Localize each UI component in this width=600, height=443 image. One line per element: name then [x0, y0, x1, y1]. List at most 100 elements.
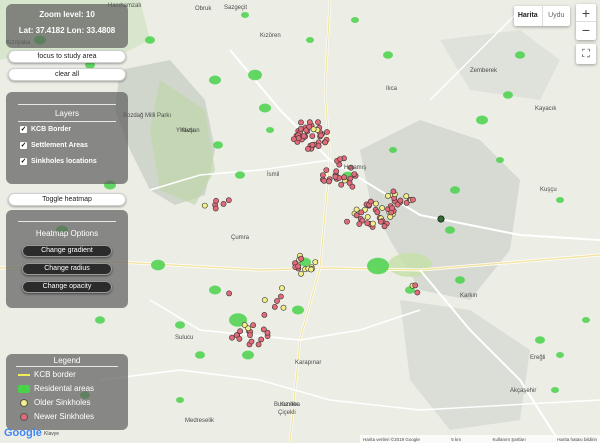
newer-sinkhole-marker[interactable] — [290, 136, 297, 142]
report-error-link[interactable]: Harita hatası bildirin — [557, 437, 597, 442]
clear-all-button[interactable]: clear all — [8, 68, 126, 81]
legend-item-older-sinkholes: Older Sinkholes — [18, 398, 90, 407]
newer-sinkhole-marker[interactable] — [389, 205, 395, 211]
newer-sinkhole-marker[interactable] — [356, 221, 363, 227]
newer-sinkhole-marker[interactable] — [412, 282, 419, 289]
newer-sinkhole-marker[interactable] — [300, 133, 307, 139]
newer-sinkhole-marker[interactable] — [255, 341, 262, 348]
newer-sinkhole-marker[interactable] — [258, 336, 265, 343]
newer-sinkhole-marker[interactable] — [403, 199, 410, 206]
newer-sinkhole-marker[interactable] — [351, 171, 358, 177]
layer-toggle-kcb-border[interactable]: ✓ KCB Border — [20, 126, 71, 133]
newer-sinkhole-marker[interactable] — [213, 197, 219, 204]
older-sinkhole-marker[interactable] — [241, 322, 248, 328]
newer-sinkhole-marker[interactable] — [225, 197, 232, 204]
newer-sinkhole-marker[interactable] — [237, 328, 243, 335]
older-sinkhole-marker[interactable] — [364, 214, 371, 220]
fullscreen-button[interactable]: ⛶ — [576, 44, 596, 64]
newer-sinkhole-marker[interactable] — [390, 188, 397, 195]
newer-sinkhole-marker[interactable] — [322, 139, 329, 146]
newer-sinkhole-marker[interactable] — [274, 298, 280, 304]
newer-sinkhole-marker[interactable] — [374, 209, 381, 216]
newer-sinkhole-marker[interactable] — [317, 132, 324, 139]
change-gradient-button[interactable]: Change gradient — [22, 245, 112, 257]
newer-sinkhole-marker[interactable] — [326, 178, 332, 185]
newer-sinkhole-marker[interactable] — [381, 223, 388, 230]
older-sinkhole-marker[interactable] — [279, 285, 285, 291]
map-type-harita-button[interactable]: Harita — [514, 6, 543, 26]
newer-sinkhole-marker[interactable] — [220, 200, 227, 207]
layer-toggle-sinkholes[interactable]: ✓ Sinkholes locations — [20, 158, 97, 165]
newer-sinkhole-marker[interactable] — [337, 156, 343, 162]
toggle-heatmap-button[interactable]: Toggle heatmap — [8, 193, 126, 206]
newer-sinkhole-marker[interactable] — [309, 141, 316, 148]
newer-sinkhole-marker[interactable] — [250, 322, 256, 329]
older-sinkhole-marker[interactable] — [298, 270, 304, 277]
newer-sinkhole-marker[interactable] — [298, 119, 304, 126]
yellow-line-icon — [18, 373, 30, 376]
newer-sinkhole-marker[interactable] — [347, 175, 354, 182]
newer-sinkhole-marker[interactable] — [344, 218, 350, 225]
zoom-out-button[interactable]: − — [576, 22, 596, 40]
older-sinkhole-marker[interactable] — [369, 220, 376, 227]
change-opacity-button[interactable]: Change opacity — [22, 281, 112, 293]
newer-sinkhole-marker[interactable] — [321, 177, 327, 184]
newer-sinkhole-marker[interactable] — [377, 218, 384, 225]
newer-sinkhole-marker[interactable] — [397, 197, 404, 204]
newer-sinkhole-marker[interactable] — [414, 289, 421, 296]
newer-sinkhole-marker[interactable] — [409, 196, 416, 203]
newer-sinkhole-marker[interactable] — [277, 293, 284, 300]
newer-sinkhole-marker[interactable] — [323, 167, 330, 173]
newer-sinkhole-marker[interactable] — [309, 133, 316, 139]
layer-label: KCB Border — [31, 126, 72, 133]
newer-sinkhole-marker[interactable] — [305, 145, 311, 152]
newer-sinkhole-marker[interactable] — [248, 338, 255, 345]
newer-sinkhole-marker[interactable] — [367, 198, 374, 205]
layer-toggle-settlement-areas[interactable]: ✓ Settlement Areas — [20, 142, 88, 149]
newer-sinkhole-marker[interactable] — [333, 168, 340, 175]
older-sinkhole-marker[interactable] — [261, 297, 268, 303]
newer-sinkhole-marker[interactable] — [315, 143, 322, 149]
newer-sinkhole-marker[interactable] — [338, 181, 345, 188]
older-sinkhole-marker[interactable] — [353, 206, 360, 213]
map-type-uydu-button[interactable]: Uydu — [543, 6, 571, 26]
newer-sinkhole-marker[interactable] — [236, 335, 243, 342]
checkbox-icon[interactable]: ✓ — [20, 142, 27, 149]
newer-sinkhole-marker[interactable] — [271, 303, 278, 310]
older-sinkhole-marker[interactable] — [384, 192, 391, 199]
newer-sinkhole-marker[interactable] — [341, 174, 347, 181]
newer-sinkhole-marker[interactable] — [212, 205, 219, 212]
newer-sinkhole-marker[interactable] — [261, 311, 268, 318]
newer-sinkhole-marker[interactable] — [298, 255, 304, 262]
older-sinkhole-marker[interactable] — [308, 266, 314, 273]
newer-sinkhole-marker[interactable] — [260, 326, 267, 333]
older-sinkhole-marker[interactable] — [310, 126, 317, 133]
newer-sinkhole-marker[interactable] — [295, 263, 302, 270]
newer-sinkhole-marker[interactable] — [295, 135, 302, 142]
google-logo[interactable]: Google — [4, 427, 42, 439]
older-sinkhole-marker[interactable] — [312, 259, 319, 265]
newer-sinkhole-marker[interactable] — [358, 209, 365, 216]
newer-sinkhole-marker[interactable] — [226, 290, 232, 297]
zoom-in-button[interactable]: + — [576, 4, 596, 22]
newer-sinkhole-marker[interactable] — [247, 332, 253, 338]
terms-link[interactable]: Kullanım Şartları — [492, 437, 525, 442]
focus-study-area-button[interactable]: focus to study area — [8, 50, 126, 63]
newer-sinkhole-marker[interactable] — [353, 212, 360, 219]
newer-sinkhole-marker[interactable] — [332, 173, 339, 180]
newer-sinkhole-marker[interactable] — [324, 129, 330, 135]
newer-sinkhole-marker[interactable] — [349, 183, 356, 190]
newer-sinkhole-marker[interactable] — [297, 125, 304, 132]
newer-sinkhole-marker[interactable] — [315, 119, 321, 126]
older-sinkhole-marker[interactable] — [379, 205, 386, 211]
older-sinkhole-marker[interactable] — [372, 200, 379, 207]
landmark-marker[interactable] — [437, 215, 445, 223]
change-radius-button[interactable]: Change radius — [22, 263, 112, 275]
checkbox-icon[interactable]: ✓ — [20, 158, 27, 165]
older-sinkhole-marker[interactable] — [280, 304, 287, 311]
older-sinkhole-marker[interactable] — [201, 202, 208, 209]
newer-sinkhole-marker[interactable] — [229, 334, 235, 341]
newer-sinkhole-marker[interactable] — [364, 220, 371, 227]
checkbox-icon[interactable]: ✓ — [20, 126, 27, 133]
keyboard-shortcuts-link[interactable]: Klavye — [44, 431, 59, 437]
